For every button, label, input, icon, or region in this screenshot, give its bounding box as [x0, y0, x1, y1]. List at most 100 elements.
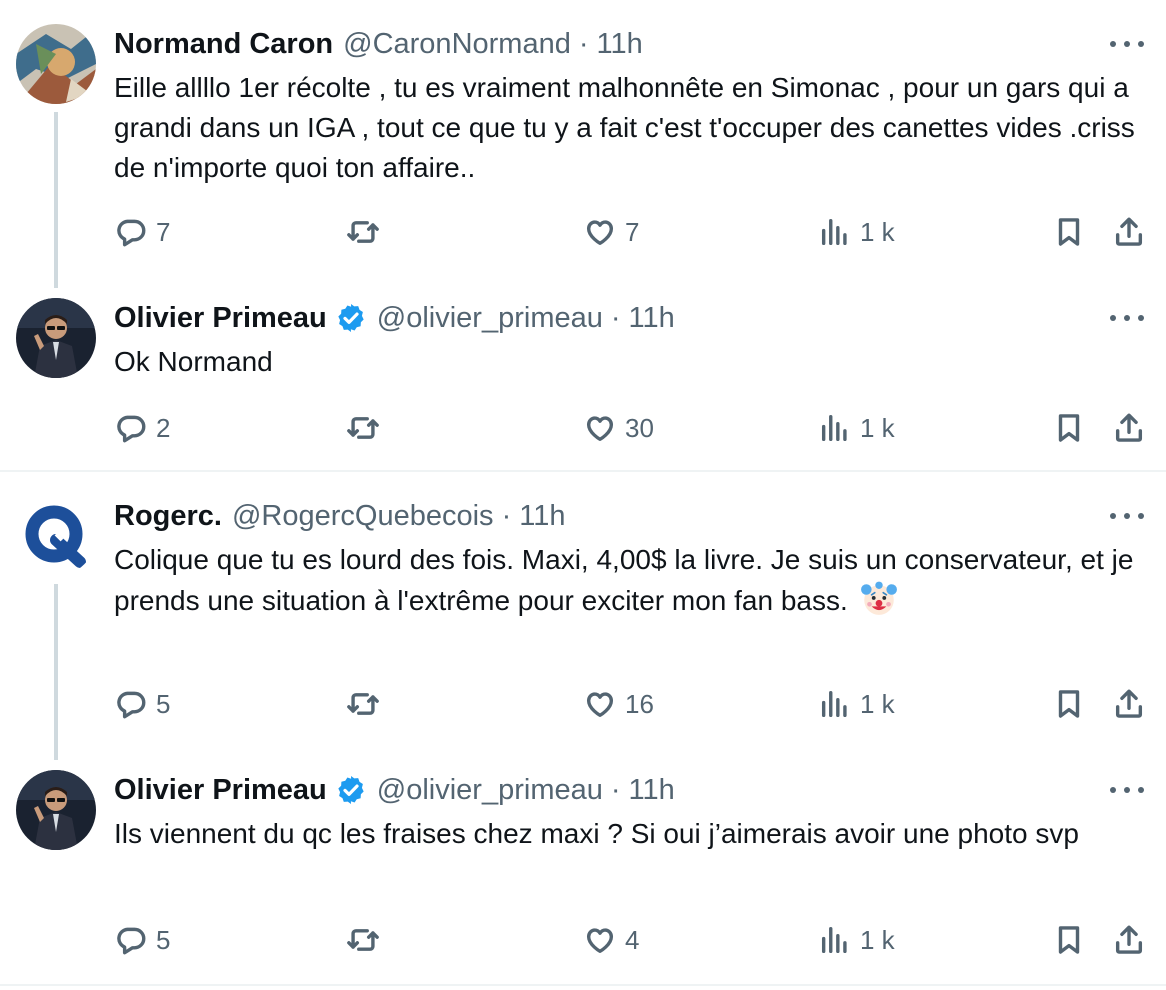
more-icon[interactable] — [1110, 306, 1144, 330]
bookmark-icon — [1052, 923, 1086, 957]
tweet-text: Eille allllo 1er récolte , tu es vraimen… — [114, 72, 1135, 183]
conversation-divider — [0, 470, 1166, 472]
avatar-olivier-primeau[interactable] — [16, 770, 96, 850]
author-name[interactable]: Olivier Primeau — [114, 774, 327, 807]
bookmark-icon — [1052, 411, 1086, 445]
like-button[interactable]: 7 — [583, 210, 639, 254]
avatar-olivier-primeau[interactable] — [16, 298, 96, 378]
like-button[interactable]: 16 — [583, 682, 654, 726]
views-icon — [818, 687, 852, 721]
author-name[interactable]: Olivier Primeau — [114, 302, 327, 335]
like-icon — [583, 687, 617, 721]
like-icon — [583, 411, 617, 445]
bookmark-button[interactable] — [1052, 406, 1086, 450]
reply-button[interactable]: 5 — [114, 918, 170, 962]
avatar-normand-caron[interactable] — [16, 24, 96, 104]
action-bar: 2 30 1 k — [0, 406, 1166, 450]
like-count: 4 — [625, 924, 640, 955]
conversation-divider — [0, 984, 1166, 986]
reply-count: 5 — [156, 924, 171, 955]
tweet-header: Normand Caron @CaronNormand · 11h — [114, 24, 643, 64]
views-icon — [818, 411, 852, 445]
reply-button[interactable]: 2 — [114, 406, 170, 450]
separator: · — [501, 499, 512, 532]
like-icon — [583, 215, 617, 249]
author-handle[interactable]: @olivier_primeau — [377, 774, 603, 807]
views-count: 1 k — [860, 412, 895, 443]
author-handle[interactable]: @CaronNormand — [343, 28, 571, 61]
share-icon — [1112, 923, 1146, 957]
like-button[interactable]: 4 — [583, 918, 639, 962]
tweet-text: Ils viennent du qc les fraises chez maxi… — [114, 818, 1079, 849]
views-icon — [818, 923, 852, 957]
retweet-button[interactable] — [346, 682, 388, 726]
like-icon — [583, 923, 617, 957]
views-button[interactable]: 1 k — [818, 210, 895, 254]
reply-icon — [114, 215, 148, 249]
tweet[interactable]: Normand Caron @CaronNormand · 11h Eille … — [0, 24, 1166, 274]
verified-badge-icon — [335, 302, 367, 334]
share-icon — [1112, 411, 1146, 445]
reply-count: 2 — [156, 412, 171, 443]
timestamp[interactable]: 11h — [629, 774, 675, 807]
views-count: 1 k — [860, 216, 895, 247]
bookmark-icon — [1052, 687, 1086, 721]
author-handle[interactable]: @RogercQuebecois — [232, 500, 494, 533]
more-icon[interactable] — [1110, 778, 1144, 802]
reply-icon — [114, 687, 148, 721]
retweet-icon — [346, 923, 380, 957]
share-icon — [1112, 687, 1146, 721]
share-button[interactable] — [1112, 210, 1146, 254]
reply-icon — [114, 923, 148, 957]
like-button[interactable]: 30 — [583, 406, 654, 450]
tweet[interactable]: Olivier Primeau @olivier_primeau · 11h I… — [0, 770, 1166, 970]
clown-face-icon — [860, 581, 897, 615]
action-bar: 7 7 1 k — [0, 210, 1166, 254]
verified-badge-icon — [335, 774, 367, 806]
author-name[interactable]: Rogerc. — [114, 500, 222, 533]
retweet-icon — [346, 215, 380, 249]
retweet-icon — [346, 687, 380, 721]
action-bar: 5 16 1 k — [0, 682, 1166, 726]
separator: · — [610, 301, 621, 334]
avatar-rogerc[interactable] — [16, 496, 96, 576]
timestamp[interactable]: 11h — [597, 28, 643, 61]
separator: · — [610, 773, 621, 806]
tweet-header: Olivier Primeau @olivier_primeau · 11h — [114, 298, 675, 338]
reply-count: 5 — [156, 688, 171, 719]
more-icon[interactable] — [1110, 32, 1144, 56]
bookmark-button[interactable] — [1052, 682, 1086, 726]
reply-count: 7 — [156, 216, 171, 247]
views-icon — [818, 215, 852, 249]
tweet[interactable]: Olivier Primeau @olivier_primeau · 11h O… — [0, 298, 1166, 458]
bookmark-button[interactable] — [1052, 918, 1086, 962]
tweet-header: Olivier Primeau @olivier_primeau · 11h — [114, 770, 675, 810]
retweet-icon — [346, 411, 380, 445]
like-count: 16 — [625, 688, 654, 719]
tweet-text-body: Colique que tu es lourd des fois. Maxi, … — [114, 544, 1134, 616]
author-name[interactable]: Normand Caron — [114, 28, 333, 61]
bookmark-button[interactable] — [1052, 210, 1086, 254]
bookmark-icon — [1052, 215, 1086, 249]
retweet-button[interactable] — [346, 406, 388, 450]
action-bar: 5 4 1 k — [0, 918, 1166, 962]
more-icon[interactable] — [1110, 504, 1144, 528]
timestamp[interactable]: 11h — [519, 500, 565, 533]
tweet[interactable]: Rogerc. @RogercQuebecois · 11h Colique q… — [0, 496, 1166, 746]
tweet-header: Rogerc. @RogercQuebecois · 11h — [114, 496, 565, 536]
share-button[interactable] — [1112, 406, 1146, 450]
share-icon — [1112, 215, 1146, 249]
share-button[interactable] — [1112, 918, 1146, 962]
separator: · — [578, 27, 589, 60]
tweet-text: Colique que tu es lourd des fois. Maxi, … — [114, 540, 1146, 621]
timestamp[interactable]: 11h — [629, 302, 675, 335]
views-button[interactable]: 1 k — [818, 682, 895, 726]
share-button[interactable] — [1112, 682, 1146, 726]
retweet-button[interactable] — [346, 210, 388, 254]
reply-button[interactable]: 7 — [114, 210, 170, 254]
views-button[interactable]: 1 k — [818, 918, 895, 962]
views-button[interactable]: 1 k — [818, 406, 895, 450]
reply-button[interactable]: 5 — [114, 682, 170, 726]
retweet-button[interactable] — [346, 918, 388, 962]
author-handle[interactable]: @olivier_primeau — [377, 302, 603, 335]
